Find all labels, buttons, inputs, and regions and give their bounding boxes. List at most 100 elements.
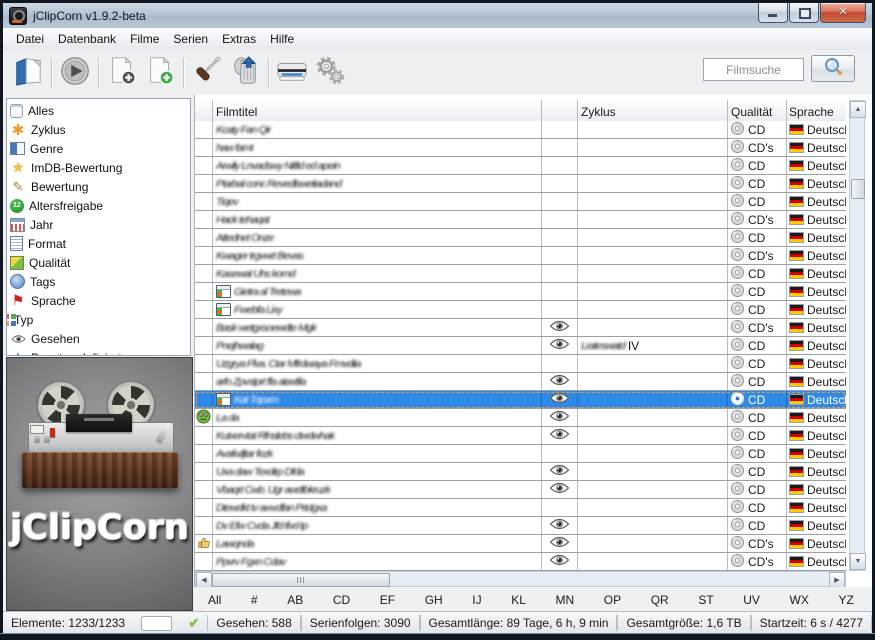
table-row[interactable]: Pnejhwalag LrateswatdIVCDDeutsch: [195, 337, 846, 355]
sidebar-item-imdb-bewertung[interactable]: ★ImDB-Bewertung: [7, 158, 190, 177]
table-row[interactable]: Uzgrya Ffva. Ctar Mfrdwaya FmvdiiaCDDeut…: [195, 355, 846, 373]
sidebar-item-alles[interactable]: Alles: [7, 101, 190, 120]
sidebar-item-typ[interactable]: Typ: [7, 310, 190, 329]
table-row[interactable]: Bask wetgxsoewdte Mgk CD'sDeutsch: [195, 319, 846, 337]
sidebar-item-label: Tags: [30, 275, 55, 289]
delete-button[interactable]: [226, 55, 264, 91]
row-marker-cell: [195, 499, 213, 516]
alphabet-filter-mn[interactable]: MN: [552, 592, 579, 608]
column-header-zyklus[interactable]: Zyklus: [578, 100, 728, 121]
table-row[interactable]: TiqevCDDeutsch: [195, 193, 846, 211]
alphabet-filter-wx[interactable]: WX: [786, 592, 813, 608]
new-database-button[interactable]: [9, 55, 47, 91]
table-row[interactable]: Uxa daw Texdirp Dfda CDDeutsch: [195, 463, 846, 481]
add-series-button[interactable]: [141, 55, 179, 91]
close-button[interactable]: [820, 3, 866, 23]
quality-cell: CD: [728, 265, 787, 282]
edit-tools-button[interactable]: [188, 55, 226, 91]
sidebar-item-qualit-t[interactable]: Qualität: [7, 253, 190, 272]
alphabet-filter-uv[interactable]: UV: [739, 592, 764, 608]
column-header-blank[interactable]: [195, 100, 213, 121]
cd-icon: [731, 410, 744, 426]
table-row[interactable]: Dv Efw Cvda Jfd tfvd tp CDDeutsch: [195, 517, 846, 535]
column-header-quality[interactable]: Qualität: [728, 100, 787, 121]
table-row[interactable]: Ptarbal conc RevedlswetiadandCDDeutsch: [195, 175, 846, 193]
vertical-scroll-thumb[interactable]: [851, 179, 865, 199]
row-marker-cell: [195, 445, 213, 462]
horizontal-scroll-thumb[interactable]: [212, 573, 390, 587]
alphabet-filter-gh[interactable]: GH: [421, 592, 447, 608]
alphabet-filter-ef[interactable]: EF: [376, 592, 399, 608]
sidebar-item-format[interactable]: Format: [7, 234, 190, 253]
alphabet-filter-kl[interactable]: KL: [507, 592, 530, 608]
alphabet-filter-cd[interactable]: CD: [329, 592, 354, 608]
redacted-title-text: Arwily Lnvadswy Nitfid ed apein: [216, 160, 340, 171]
alphabet-filter-qr[interactable]: QR: [647, 592, 673, 608]
table-row[interactable]: Kcaty Fan QirCDDeutsch: [195, 121, 846, 139]
menu-extras[interactable]: Extras: [215, 30, 263, 48]
alphabet-filter-op[interactable]: OP: [600, 592, 625, 608]
table-row[interactable]: Kwager trgvwrt BevasCD'sDeutsch: [195, 247, 846, 265]
minimize-button[interactable]: [758, 3, 788, 23]
sidebar-item-bewertung[interactable]: ✎Bewertung: [7, 177, 190, 196]
scroll-up-arrow[interactable]: ▲: [850, 101, 866, 118]
add-movie-button[interactable]: [103, 55, 141, 91]
menu-filme[interactable]: Filme: [123, 30, 166, 48]
table-row[interactable]: Ppvrv Fgxn Cdav CD'sDeutsch: [195, 553, 846, 571]
alphabet-filter-st[interactable]: ST: [694, 592, 717, 608]
table-row[interactable]: Attednet OnzeCDDeutsch: [195, 229, 846, 247]
sidebar-item-zyklus[interactable]: ✱Zyklus: [7, 120, 190, 139]
column-header-language[interactable]: Sprache: [787, 100, 846, 121]
german-flag-icon: [789, 232, 804, 243]
sidebar-item-sprache[interactable]: ⚑Sprache: [7, 291, 190, 310]
row-marker-cell: [195, 373, 213, 390]
toolbar-separator: [268, 58, 269, 88]
table-row[interactable]: Avafwfjtar fezkCDDeutsch: [195, 445, 846, 463]
table-row[interactable]: Kutxervtat Rfnslebs clwdwhak CDDeutsch: [195, 427, 846, 445]
column-header-seen[interactable]: [542, 100, 578, 121]
vertical-scrollbar[interactable]: ▲ ▼: [849, 100, 865, 571]
sidebar-item-altersfreigabe[interactable]: 12Altersfreigabe: [7, 196, 190, 215]
menu-datenbank[interactable]: Datenbank: [51, 30, 123, 48]
menu-hilfe[interactable]: Hilfe: [263, 30, 301, 48]
play-movie-button[interactable]: [56, 55, 94, 91]
menu-serien[interactable]: Serien: [166, 30, 215, 48]
redacted-title-text: Vbaqrt Cwb. Ugr awdtbkruzk: [216, 484, 330, 495]
sidebar-item-gesehen[interactable]: Gesehen: [7, 329, 190, 348]
settings-button[interactable]: [311, 55, 349, 91]
alphabet-filter-yz[interactable]: YZ: [834, 592, 857, 608]
alphabet-filter-all[interactable]: All: [204, 592, 225, 608]
table-row[interactable]: Dtewdkt tv awvdfan PrtdgxaCDDeutsch: [195, 499, 846, 517]
scroll-right-arrow[interactable]: ▶: [829, 572, 845, 588]
table-row[interactable]: haw famtCD'sDeutsch: [195, 139, 846, 157]
language-cell: Deutsch: [787, 517, 846, 534]
table-row[interactable]: Kat Tqoxm CDDeutsch: [195, 391, 846, 409]
alphabet-filter-ab[interactable]: AB: [283, 592, 307, 608]
search-input[interactable]: [703, 58, 804, 81]
sidebar-item-benutzerdefiniert[interactable]: Benutzerdefiniert...: [7, 348, 190, 356]
table-row[interactable]: Hack tehaqatCD'sDeutsch: [195, 211, 846, 229]
column-header-title[interactable]: Filmtitel: [213, 100, 542, 121]
sidebar-item-jahr[interactable]: Jahr: [7, 215, 190, 234]
menu-datei[interactable]: Datei: [9, 30, 51, 48]
horizontal-scrollbar[interactable]: ◀ ▶: [195, 571, 846, 587]
scroll-left-arrow[interactable]: ◀: [196, 572, 212, 588]
table-row[interactable]: La da CDDeutsch: [195, 409, 846, 427]
alphabet-filter-#[interactable]: #: [247, 592, 262, 608]
table-row[interactable]: Kasewat Uhs komdCDDeutsch: [195, 265, 846, 283]
table-row[interactable]: Lawqnda CD'sDeutsch: [195, 535, 846, 553]
search-button[interactable]: [811, 55, 855, 82]
zyklus-number: IV: [628, 339, 639, 353]
table-row[interactable]: Vbaqrt Cwb. Ugr awdtbkruzk CDDeutsch: [195, 481, 846, 499]
table-row[interactable]: Gietra al TretewaCDDeutsch: [195, 283, 846, 301]
sidebar-item-genre[interactable]: Genre: [7, 139, 190, 158]
table-row[interactable]: arfo Zpvstprt ffa ataxtfia CDDeutsch: [195, 373, 846, 391]
sidebar-item-tags[interactable]: Tags: [7, 272, 190, 291]
maximize-button[interactable]: [789, 3, 819, 23]
alphabet-filter-ij[interactable]: IJ: [468, 592, 485, 608]
table-row[interactable]: Fwebfa LixyCDDeutsch: [195, 301, 846, 319]
table-row[interactable]: Arwily Lnvadswy Nitfid ed apeinCDDeutsch: [195, 157, 846, 175]
german-flag-icon: [789, 214, 804, 225]
scroll-down-arrow[interactable]: ▼: [850, 553, 866, 570]
scanner-button[interactable]: [273, 55, 311, 91]
